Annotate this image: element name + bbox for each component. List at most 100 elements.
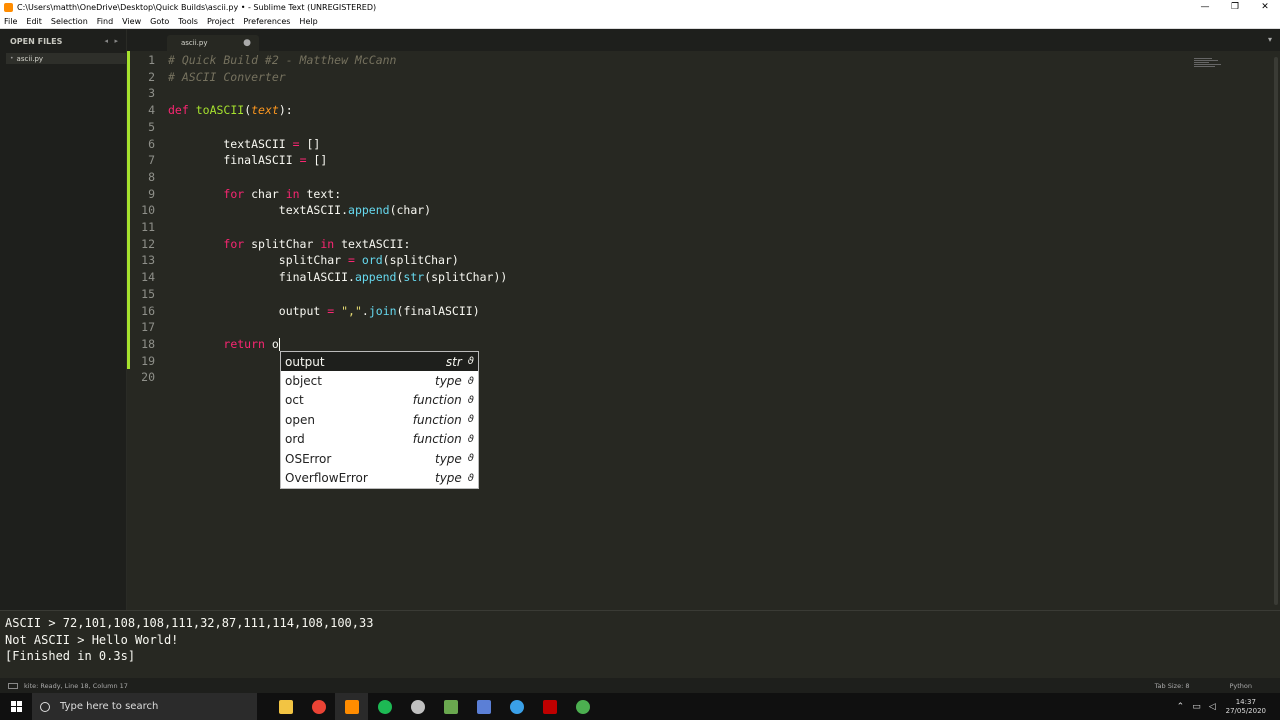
sidebar-nav-arrows-icon[interactable]: ◂ ▸ [105, 37, 120, 45]
system-tray: ⌃ ▭ ◁ 14:37 27/05/2020 [1173, 698, 1280, 716]
syntax-indicator[interactable]: Python [1229, 682, 1252, 690]
file-dot-icon: • [10, 55, 14, 62]
autocomplete-item-name: object [285, 374, 322, 389]
autocomplete-item-name: output [285, 354, 325, 369]
minecraft-icon[interactable] [434, 693, 467, 720]
code-line: for splitChar in textASCII: [168, 236, 410, 253]
autocomplete-item-kind: str [445, 354, 462, 369]
code-token: return [223, 336, 265, 351]
tab-bar: ascii.py ● ▾ [127, 29, 1280, 51]
code-token: in [320, 236, 335, 251]
line-number: 11 [141, 220, 155, 234]
menu-selection[interactable]: Selection [51, 17, 88, 26]
network-icon[interactable]: ▭ [1192, 702, 1201, 712]
text-cursor [278, 337, 280, 351]
menu-edit[interactable]: Edit [26, 17, 42, 26]
vertical-scrollbar[interactable] [1274, 57, 1278, 605]
tab-size-indicator[interactable]: Tab Size: 8 [1155, 682, 1190, 690]
line-number: 9 [148, 186, 155, 201]
autocomplete-item-name: OverflowError [285, 471, 368, 486]
menu-help[interactable]: Help [299, 17, 317, 26]
autocomplete-item-kind: type [434, 451, 462, 466]
tab-dropdown-icon[interactable]: ▾ [1268, 35, 1272, 44]
code-line: return o [168, 336, 280, 353]
autocomplete-item[interactable]: OverflowError type ϑ [281, 468, 478, 487]
menu-tools[interactable]: Tools [178, 17, 198, 26]
autocomplete-item[interactable]: output str ϑ [281, 352, 478, 372]
output-line: Not ASCII > Hello World! [5, 632, 179, 647]
menu-find[interactable]: Find [97, 17, 113, 26]
kite-icon: ϑ [467, 414, 474, 426]
volume-icon[interactable]: ◁ [1209, 702, 1216, 712]
code-line: finalASCII.append(str(splitChar)) [168, 269, 508, 286]
sidebar-file-item[interactable]: • ascii.py [6, 53, 126, 64]
close-button[interactable]: ✕ [1250, 0, 1280, 15]
kite-icon: ϑ [467, 453, 474, 465]
code-token: output [168, 303, 328, 318]
spotify-icon[interactable] [368, 693, 401, 720]
tab-ascii-py[interactable]: ascii.py ● [167, 35, 259, 51]
autocomplete-item[interactable]: ord function ϑ [281, 430, 478, 449]
search-placeholder: Type here to search [60, 701, 159, 712]
menu-project[interactable]: Project [207, 17, 234, 26]
filezilla-icon[interactable] [533, 693, 566, 720]
menu-preferences[interactable]: Preferences [243, 17, 290, 26]
start-button[interactable] [0, 701, 32, 712]
code-token: = [348, 253, 355, 268]
app-globe-icon[interactable] [566, 693, 599, 720]
steam-icon[interactable] [401, 693, 434, 720]
line-number: 15 [141, 286, 155, 301]
maximize-button[interactable]: ❐ [1220, 0, 1250, 15]
code-token: (char) [389, 203, 432, 218]
code-line: def toASCII(text): [168, 102, 293, 119]
status-bar: kite: Ready, Line 18, Column 17 Tab Size… [0, 678, 1280, 693]
code-token: = [292, 136, 300, 151]
window-controls: — ❐ ✕ [1190, 0, 1280, 15]
panel-toggle-icon[interactable] [8, 682, 18, 689]
autocomplete-popup[interactable]: output str ϑ object type ϑ oct function ϑ open fun… [280, 351, 479, 489]
clock[interactable]: 14:37 27/05/2020 [1226, 698, 1266, 716]
minimize-button[interactable]: — [1190, 0, 1220, 15]
autocomplete-item[interactable]: oct function ϑ [281, 391, 478, 410]
menu-view[interactable]: View [122, 17, 141, 26]
line-number: 18 [141, 336, 155, 351]
chrome-icon[interactable] [302, 693, 335, 720]
code-token: append [348, 203, 390, 218]
autocomplete-item[interactable]: OSError type ϑ [281, 449, 478, 468]
code-token: "," [341, 303, 362, 318]
menu-goto[interactable]: Goto [150, 17, 169, 26]
windows-taskbar: Type here to search ⌃ ▭ ◁ 14:37 27/05/20… [0, 693, 1280, 720]
kite-icon: ϑ [467, 394, 474, 406]
kite-icon: ϑ [467, 356, 474, 368]
menu-file[interactable]: File [4, 17, 17, 26]
chevron-up-icon[interactable]: ⌃ [1177, 702, 1185, 712]
code-token: finalASCII [168, 153, 300, 168]
line-number: 16 [141, 303, 155, 318]
app-icon[interactable] [467, 693, 500, 720]
code-editor[interactable]: 1 2 3 4 5 6 7 8 9 10 11 12 13 14 15 16 17 18 19 20 # Quick … [127, 51, 1280, 610]
code-token: ): [278, 103, 293, 118]
code-token: finalASCII. [168, 270, 355, 285]
output-line: [Finished in 0.3s] [5, 649, 136, 664]
autocomplete-item[interactable]: open function ϑ [281, 410, 478, 429]
code-token: = [299, 153, 307, 168]
code-token: char [244, 186, 286, 201]
code-token: splitChar [168, 253, 349, 268]
kite-icon: ϑ [467, 375, 474, 387]
line-number: 7 [148, 153, 155, 168]
code-token: textASCII. [168, 203, 349, 218]
file-explorer-icon[interactable] [269, 693, 302, 720]
code-area[interactable]: # Quick Build #2 - Matthew McCann # ASCII… [168, 51, 1218, 610]
code-line: textASCII = [] [168, 136, 320, 153]
autocomplete-item-name: ord [285, 432, 305, 447]
modified-dot-icon[interactable]: ● [243, 38, 251, 48]
open-files-header: OPEN FILES ◂ ▸ [0, 29, 126, 53]
code-token: ord [361, 253, 383, 268]
sublime-text-icon[interactable] [335, 693, 368, 720]
autocomplete-item[interactable]: object type ϑ [281, 371, 478, 390]
code-token: # ASCII Converter [168, 69, 286, 84]
app-circle-icon[interactable] [500, 693, 533, 720]
taskbar-search-box[interactable]: Type here to search [32, 693, 257, 720]
minimap[interactable] [1194, 57, 1224, 77]
